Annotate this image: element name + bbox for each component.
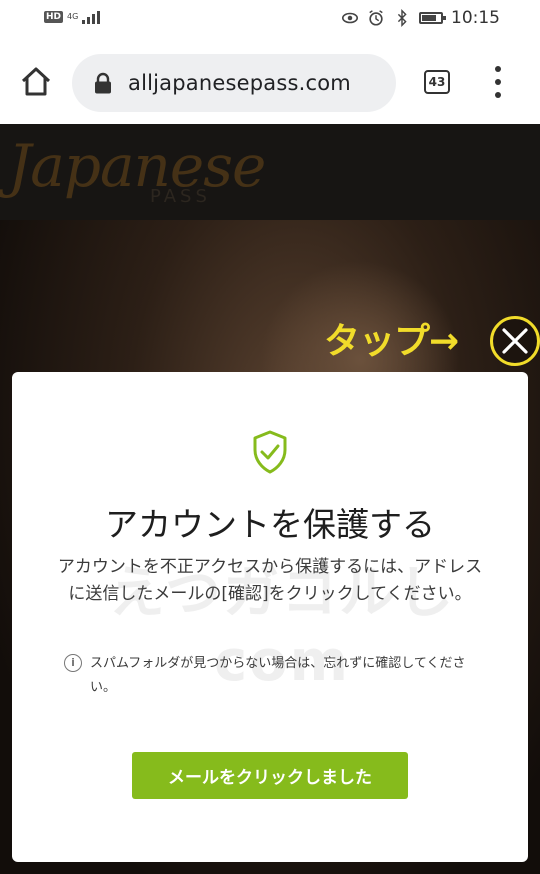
bluetooth-icon xyxy=(397,9,407,27)
eye-icon xyxy=(341,12,359,24)
confirm-email-button[interactable]: メールをクリックしました xyxy=(132,752,408,799)
info-note: i スパムフォルダが見つからない場合は、忘れずに確認してください。 xyxy=(64,652,488,700)
battery-icon xyxy=(419,12,446,24)
shield-check-icon xyxy=(253,430,287,474)
url-text: alljapanesepass.com xyxy=(128,71,351,95)
close-icon xyxy=(502,328,528,354)
tap-annotation: タップ→ xyxy=(324,321,459,362)
hd-badge: HD xyxy=(44,11,64,23)
info-text: スパムフォルダが見つからない場合は、忘れずに確認してください。 xyxy=(90,656,466,695)
overflow-menu-icon[interactable] xyxy=(490,66,506,98)
browser-toolbar: alljapanesepass.com 43 xyxy=(0,40,540,124)
status-right: 10:15 xyxy=(341,8,500,28)
modal-body: アカウントを不正アクセスから保護するには、アドレスに送信したメールの[確認]をク… xyxy=(57,557,483,604)
modal-title: アカウントを保護する xyxy=(105,505,435,544)
address-bar[interactable]: alljapanesepass.com xyxy=(72,54,396,112)
verification-modal: アカウントを保護する アカウントを不正アクセスから保護するには、アドレスに送信し… xyxy=(12,372,528,862)
site-header: Japanese PASS xyxy=(0,124,540,220)
clock: 10:15 xyxy=(451,8,500,28)
tab-switcher-button[interactable]: 43 xyxy=(424,70,450,94)
network-type-label: 4G xyxy=(67,12,79,21)
network-type: 4G xyxy=(67,13,78,21)
home-icon[interactable] xyxy=(18,64,54,100)
status-bar: HD 4G 10:15 xyxy=(0,0,540,40)
tab-count: 43 xyxy=(428,75,446,89)
lock-icon xyxy=(95,72,111,94)
close-button[interactable] xyxy=(490,316,540,366)
site-logo-sub: PASS xyxy=(150,186,211,207)
status-left: HD 4G xyxy=(44,10,101,24)
alarm-icon xyxy=(369,10,383,26)
site-logo: Japanese xyxy=(8,132,266,200)
info-icon: i xyxy=(64,654,82,672)
signal-icon xyxy=(82,10,101,24)
